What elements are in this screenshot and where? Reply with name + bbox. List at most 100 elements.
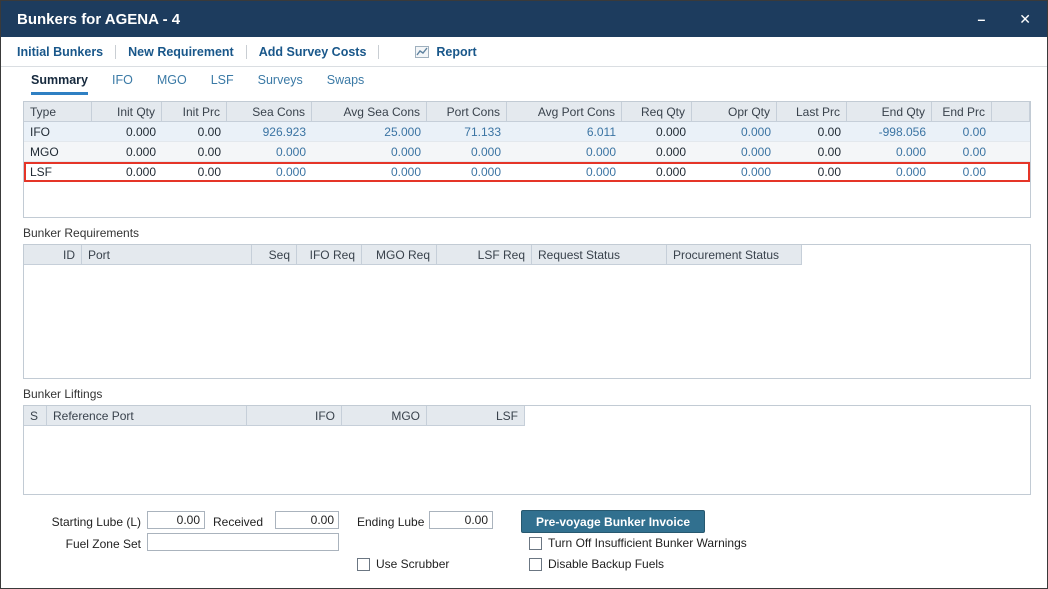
summary-col-init-prc: Init Prc (162, 102, 227, 122)
summary-cell: MGO (24, 142, 92, 161)
bunker-requirements-table: ID Port Seq IFO Req MGO Req LSF Req Requ… (23, 244, 1031, 379)
initial-bunkers-button[interactable]: Initial Bunkers (15, 45, 105, 59)
req-col-request-status: Request Status (532, 245, 667, 265)
req-col-mgo-req: MGO Req (362, 245, 437, 265)
toolbar-divider (378, 45, 379, 59)
summary-cell: 0.000 (622, 122, 692, 141)
summary-col-end-qty: End Qty (847, 102, 932, 122)
summary-col-type: Type (24, 102, 92, 122)
starting-lube-input[interactable] (147, 511, 205, 529)
bunker-liftings-title: Bunker Liftings (23, 387, 1047, 402)
liftings-header-row: S Reference Port IFO MGO LSF (24, 406, 1030, 426)
summary-row-ifo[interactable]: IFO 0.000 0.00 926.923 25.000 71.133 6.0… (24, 122, 1030, 142)
summary-cell-link[interactable]: -998.056 (847, 122, 932, 141)
requirements-header-row: ID Port Seq IFO Req MGO Req LSF Req Requ… (24, 245, 1030, 265)
summary-cell: 0.00 (777, 142, 847, 161)
close-icon[interactable]: ✕ (1019, 12, 1031, 26)
lift-col-lsf: LSF (427, 406, 525, 426)
ending-lube-input[interactable] (429, 511, 493, 529)
summary-cell: IFO (24, 122, 92, 141)
summary-cell-link[interactable]: 0.000 (692, 142, 777, 161)
checkbox-icon[interactable] (529, 558, 542, 571)
add-survey-costs-button[interactable]: Add Survey Costs (257, 45, 369, 59)
lift-col-reference-port: Reference Port (47, 406, 247, 426)
minimize-icon[interactable]: – (977, 12, 985, 26)
ending-lube-label: Ending Lube (357, 513, 424, 531)
report-label: Report (434, 45, 478, 59)
summary-cell-link[interactable]: 0.000 (507, 162, 622, 181)
summary-cell-link[interactable]: 25.000 (312, 122, 427, 141)
summary-cell-link[interactable]: 0.000 (427, 162, 507, 181)
toolbar: Initial Bunkers New Requirement Add Surv… (1, 37, 1047, 67)
summary-cell-link[interactable]: 0.000 (847, 142, 932, 161)
summary-cell: 0.00 (777, 162, 847, 181)
summary-cell-link[interactable]: 0.00 (932, 122, 992, 141)
summary-col-opr-qty: Opr Qty (692, 102, 777, 122)
tab-swaps[interactable]: Swaps (327, 73, 365, 95)
summary-cell-link[interactable]: 0.00 (932, 162, 992, 181)
summary-col-filler (992, 102, 1030, 122)
summary-cell-link[interactable]: 0.000 (227, 162, 312, 181)
summary-row-lsf[interactable]: LSF 0.000 0.00 0.000 0.000 0.000 0.000 0… (24, 162, 1030, 182)
summary-cell-link[interactable]: 0.00 (932, 142, 992, 161)
summary-col-init-qty: Init Qty (92, 102, 162, 122)
summary-cell-link[interactable]: 6.011 (507, 122, 622, 141)
summary-cell-link[interactable]: 0.000 (507, 142, 622, 161)
summary-cell: 0.000 (622, 162, 692, 181)
req-col-ifo-req: IFO Req (297, 245, 362, 265)
summary-cell: 0.00 (162, 162, 227, 181)
bunkers-dialog: Bunkers for AGENA - 4 – ✕ Initial Bunker… (0, 0, 1048, 589)
new-requirement-button[interactable]: New Requirement (126, 45, 236, 59)
titlebar[interactable]: Bunkers for AGENA - 4 – ✕ (1, 1, 1047, 37)
summary-cell-link[interactable]: 0.000 (312, 142, 427, 161)
lift-col-ifo: IFO (247, 406, 342, 426)
summary-cell-link[interactable]: 0.000 (692, 162, 777, 181)
tab-surveys[interactable]: Surveys (258, 73, 303, 95)
tab-summary[interactable]: Summary (31, 73, 88, 95)
checkbox-icon[interactable] (357, 558, 370, 571)
summary-cell-link[interactable]: 71.133 (427, 122, 507, 141)
turn-off-warnings-label: Turn Off Insufficient Bunker Warnings (548, 536, 747, 551)
report-chart-icon (415, 46, 429, 58)
window-title: Bunkers for AGENA - 4 (17, 11, 977, 28)
toolbar-divider (246, 45, 247, 59)
tab-lsf[interactable]: LSF (211, 73, 234, 95)
use-scrubber-checkbox[interactable]: Use Scrubber (357, 557, 449, 572)
summary-row-mgo[interactable]: MGO 0.000 0.00 0.000 0.000 0.000 0.000 0… (24, 142, 1030, 162)
summary-cell: 0.000 (92, 122, 162, 141)
received-input[interactable] (275, 511, 339, 529)
summary-cell-link[interactable]: 0.000 (312, 162, 427, 181)
summary-cell: 0.000 (92, 162, 162, 181)
summary-cell: 0.000 (92, 142, 162, 161)
summary-col-avg-port-cons: Avg Port Cons (507, 102, 622, 122)
summary-cell-link[interactable]: 0.000 (227, 142, 312, 161)
tab-bar: Summary IFO MGO LSF Surveys Swaps (1, 67, 1047, 95)
summary-cell: 0.00 (777, 122, 847, 141)
disable-backup-fuels-checkbox[interactable]: Disable Backup Fuels (529, 557, 664, 572)
report-button[interactable]: Report (415, 45, 478, 59)
summary-cell-link[interactable]: 0.000 (847, 162, 932, 181)
summary-cell-link[interactable]: 0.000 (427, 142, 507, 161)
summary-cell-link[interactable]: 0.000 (692, 122, 777, 141)
summary-col-port-cons: Port Cons (427, 102, 507, 122)
received-label: Received (213, 513, 263, 531)
summary-col-sea-cons: Sea Cons (227, 102, 312, 122)
starting-lube-label: Starting Lube (L) (37, 513, 141, 531)
tab-mgo[interactable]: MGO (157, 73, 187, 95)
summary-cell: 0.00 (162, 142, 227, 161)
lift-col-s: S (24, 406, 47, 426)
req-col-port: Port (82, 245, 252, 265)
pre-voyage-bunker-invoice-button[interactable]: Pre-voyage Bunker Invoice (521, 510, 705, 533)
bunker-liftings-table: S Reference Port IFO MGO LSF (23, 405, 1031, 495)
summary-col-end-prc: End Prc (932, 102, 992, 122)
fuel-zone-set-input[interactable] (147, 533, 339, 551)
summary-col-last-prc: Last Prc (777, 102, 847, 122)
window-controls: – ✕ (977, 12, 1031, 26)
tab-ifo[interactable]: IFO (112, 73, 133, 95)
bunker-requirements-title: Bunker Requirements (23, 226, 1047, 241)
turn-off-warnings-checkbox[interactable]: Turn Off Insufficient Bunker Warnings (529, 536, 747, 551)
fuel-zone-set-label: Fuel Zone Set (37, 535, 141, 553)
req-col-procurement-status: Procurement Status (667, 245, 802, 265)
checkbox-icon[interactable] (529, 537, 542, 550)
summary-cell-link[interactable]: 926.923 (227, 122, 312, 141)
